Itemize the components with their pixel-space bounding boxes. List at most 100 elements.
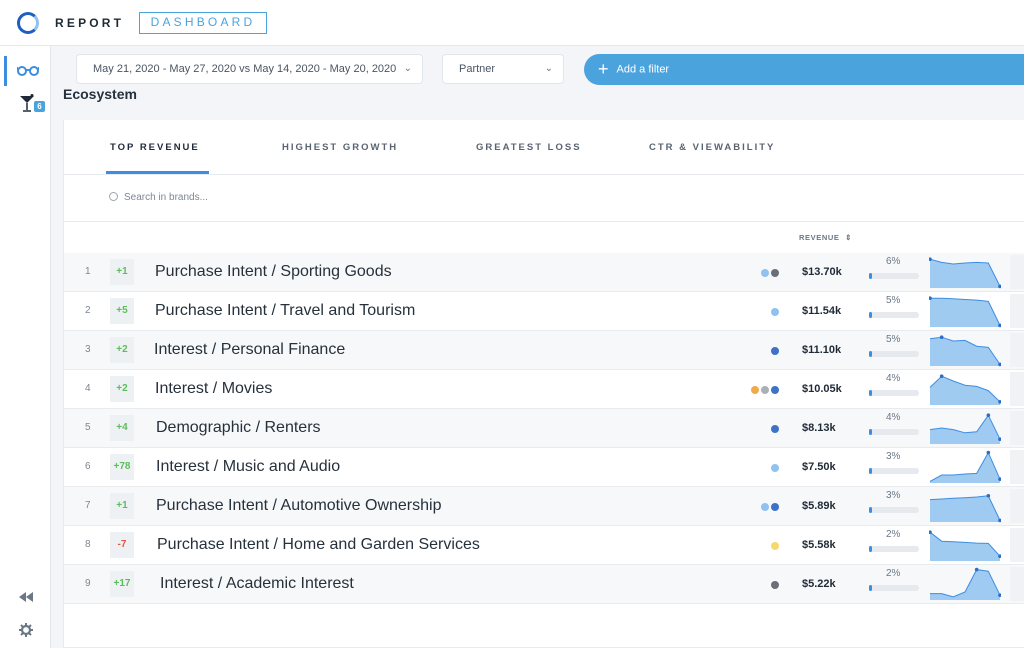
logo-icon[interactable] bbox=[17, 12, 39, 34]
cocktail-icon[interactable] bbox=[19, 94, 35, 112]
search-box[interactable]: Search in brands... bbox=[109, 192, 208, 203]
sparkline-marker bbox=[939, 374, 944, 378]
sidebar-active-indicator bbox=[4, 56, 7, 86]
share-progress-bar bbox=[869, 390, 919, 396]
source-dots bbox=[769, 347, 779, 355]
revenue-sparkline bbox=[929, 335, 1001, 367]
add-filter-button[interactable]: + Add a filter bbox=[584, 54, 1024, 85]
revenue-sparkline bbox=[929, 450, 1001, 483]
sparkline-area bbox=[930, 376, 1000, 405]
table-row[interactable]: 1 +1 Purchase Intent / Sporting Goods $13.7… bbox=[64, 253, 1024, 292]
sparkline-marker bbox=[939, 335, 944, 339]
source-dots bbox=[749, 386, 779, 394]
rank-change-badge: +5 bbox=[110, 298, 134, 324]
rank-change-badge: +17 bbox=[110, 571, 134, 597]
share-progress-bar bbox=[869, 546, 919, 552]
share-progress-fill bbox=[869, 507, 872, 513]
tab-highest-growth[interactable]: HIGHEST GROWTH bbox=[282, 142, 398, 153]
main-area: May 21, 2020 - May 27, 2020 vs May 14, 2… bbox=[51, 46, 1024, 648]
revenue-value: $5.58k bbox=[802, 539, 836, 551]
rank-change-badge: +1 bbox=[110, 493, 134, 519]
brand-name[interactable]: Purchase Intent / Home and Garden Servic… bbox=[157, 536, 480, 554]
row-rank: 3 bbox=[85, 344, 91, 355]
table-row[interactable]: 2 +5 Purchase Intent / Travel and Tourism $… bbox=[64, 292, 1024, 331]
revenue-value: $7.50k bbox=[802, 461, 836, 473]
brand-name[interactable]: Purchase Intent / Travel and Tourism bbox=[155, 302, 415, 320]
brand-name[interactable]: Interest / Personal Finance bbox=[154, 341, 345, 359]
ecosystem-card: TOP REVENUE HIGHEST GROWTH GREATEST LOSS… bbox=[63, 120, 1024, 648]
brand-dashboard-label: DASHBOARD bbox=[139, 12, 267, 34]
source-dot bbox=[771, 542, 779, 550]
table-row[interactable]: 3 +2 Interest / Personal Finance $11.10k 5% bbox=[64, 331, 1024, 370]
source-dot bbox=[771, 386, 779, 394]
source-dots bbox=[769, 581, 779, 589]
share-progress-fill bbox=[869, 390, 872, 396]
divider bbox=[64, 221, 1024, 222]
revenue-sparkline bbox=[929, 374, 1001, 405]
partner-select[interactable]: Partner ⌄ bbox=[442, 54, 564, 84]
revenue-value: $13.70k bbox=[802, 266, 842, 278]
row-rank: 4 bbox=[85, 383, 91, 394]
revenue-sparkline bbox=[930, 567, 1001, 600]
share-progress-bar bbox=[869, 312, 919, 318]
tab-ctr-viewability[interactable]: CTR & VIEWABILITY bbox=[649, 142, 775, 153]
sort-icon: ⇕ bbox=[845, 233, 853, 242]
revenue-value: $8.13k bbox=[802, 422, 836, 434]
brand-name[interactable]: Interest / Academic Interest bbox=[160, 575, 354, 593]
revenue-sparkline bbox=[929, 413, 1001, 444]
share-progress-fill bbox=[869, 468, 872, 474]
date-range-select[interactable]: May 21, 2020 - May 27, 2020 vs May 14, 2… bbox=[76, 54, 423, 84]
table-row[interactable]: 4 +2 Interest / Movies $10.05k 4% bbox=[64, 370, 1024, 409]
date-range-label: May 21, 2020 - May 27, 2020 vs May 14, 2… bbox=[93, 63, 397, 75]
source-dot bbox=[771, 425, 779, 433]
row-rank: 9 bbox=[85, 578, 91, 589]
search-icon bbox=[109, 192, 118, 201]
revenue-value: $11.10k bbox=[802, 344, 842, 356]
table-row[interactable]: 5 +4 Demographic / Renters $8.13k 4% bbox=[64, 409, 1024, 448]
share-progress-bar bbox=[869, 585, 919, 591]
table-row[interactable]: 6 +78 Interest / Music and Audio $7.50k 3% bbox=[64, 448, 1024, 487]
table-row[interactable]: 9 +17 Interest / Academic Interest $5.22k 2% bbox=[64, 565, 1024, 604]
row-rank: 5 bbox=[85, 422, 91, 433]
revenue-column-header[interactable]: REVENUE ⇕ bbox=[799, 233, 852, 242]
rewind-icon[interactable] bbox=[19, 592, 33, 602]
brand-name[interactable]: Purchase Intent / Sporting Goods bbox=[155, 263, 392, 281]
share-progress-fill bbox=[869, 429, 872, 435]
share-progress-bar bbox=[869, 468, 919, 474]
brand-name[interactable]: Interest / Music and Audio bbox=[156, 458, 340, 476]
revenue-header-label: REVENUE bbox=[799, 233, 840, 242]
revenue-share-pct: 4% bbox=[886, 412, 901, 423]
notification-badge: 6 bbox=[34, 101, 45, 112]
row-rank: 2 bbox=[85, 305, 91, 316]
source-dot bbox=[771, 347, 779, 355]
add-filter-label: Add a filter bbox=[616, 63, 670, 76]
source-dot bbox=[771, 269, 779, 277]
tab-greatest-loss[interactable]: GREATEST LOSS bbox=[476, 142, 582, 153]
rank-change-badge: +2 bbox=[110, 376, 134, 402]
sparkline-area bbox=[930, 532, 1000, 561]
source-dot bbox=[771, 464, 779, 472]
sparkline-marker bbox=[986, 493, 991, 498]
row-rank: 8 bbox=[85, 539, 91, 550]
next-column-cell bbox=[1010, 294, 1024, 328]
source-dot bbox=[771, 308, 779, 316]
search-input[interactable]: Search in brands... bbox=[124, 192, 208, 203]
brand-name[interactable]: Demographic / Renters bbox=[156, 419, 321, 437]
glasses-icon[interactable] bbox=[17, 65, 39, 77]
brand-name[interactable]: Interest / Movies bbox=[155, 380, 272, 398]
source-dot bbox=[761, 386, 769, 394]
plus-icon: + bbox=[598, 59, 609, 79]
share-progress-fill bbox=[869, 273, 872, 279]
sparkline-area bbox=[930, 495, 1000, 522]
table-row[interactable]: 8 -7 Purchase Intent / Home and Garden Ser… bbox=[64, 526, 1024, 565]
chevron-down-icon: ⌄ bbox=[544, 63, 553, 74]
gear-icon[interactable] bbox=[19, 623, 33, 637]
tab-top-revenue[interactable]: TOP REVENUE bbox=[110, 142, 200, 153]
brand-name[interactable]: Purchase Intent / Automotive Ownership bbox=[156, 497, 441, 515]
sparkline-marker bbox=[974, 567, 979, 572]
share-progress-fill bbox=[869, 546, 872, 552]
revenue-value: $11.54k bbox=[802, 305, 842, 317]
table-row[interactable]: 7 +1 Purchase Intent / Automotive Ownershi… bbox=[64, 487, 1024, 526]
chevron-down-icon: ⌄ bbox=[403, 63, 412, 74]
next-column-cell bbox=[1010, 528, 1024, 562]
